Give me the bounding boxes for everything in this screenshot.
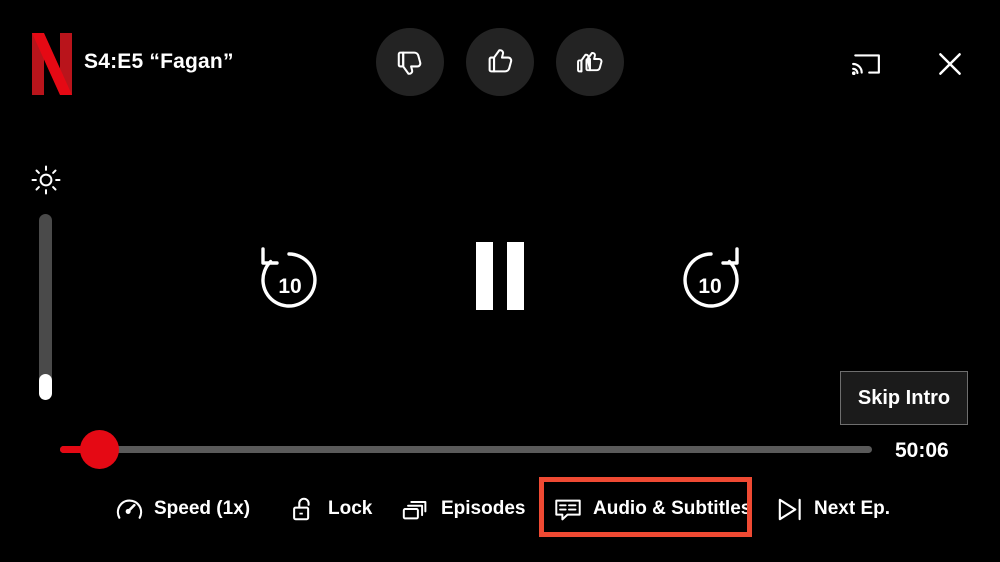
double-thumbs-up-button[interactable]: [556, 28, 624, 96]
close-button[interactable]: [932, 46, 968, 82]
audio-subtitles-label: Audio & Subtitles: [593, 498, 752, 519]
time-remaining-label: 50:06: [895, 439, 949, 462]
thumbs-up-icon: [488, 49, 513, 73]
next-episode-button[interactable]: Next Ep.: [774, 484, 890, 534]
pause-button[interactable]: [471, 242, 529, 314]
next-episode-icon: [774, 494, 804, 524]
speedometer-icon: [114, 494, 144, 524]
lock-label: Lock: [328, 498, 373, 519]
skip-intro-button[interactable]: Skip Intro: [840, 371, 968, 425]
lock-button[interactable]: Lock: [288, 484, 372, 534]
speed-label: Speed (1x): [154, 498, 251, 519]
center-playback-controls: 10 10: [0, 238, 1000, 324]
netflix-n-logo: [28, 33, 76, 95]
rewind-10-button[interactable]: 10: [253, 238, 325, 318]
player-top-bar: S4:E5 “Fagan”: [0, 0, 1000, 128]
rating-button-group: [376, 28, 624, 96]
progress-track[interactable]: [60, 446, 872, 453]
thumbs-down-icon: [397, 51, 422, 75]
rewind-seconds-label: 10: [278, 275, 301, 298]
episodes-stack-icon: [401, 494, 431, 524]
forward-10-button[interactable]: 10: [675, 238, 747, 318]
brightness-sun-icon: [28, 162, 64, 198]
thumbs-down-button[interactable]: [376, 28, 444, 96]
pause-icon-bar-right: [507, 242, 524, 310]
progress-bar-row: 50:06: [0, 430, 1000, 470]
thumbs-up-button[interactable]: [466, 28, 534, 96]
episodes-label: Episodes: [441, 498, 526, 519]
netflix-video-player: S4:E5 “Fagan” 10 10 Skip Intro 50:06 Spe…: [0, 0, 1000, 562]
double-thumbs-up-icon: [577, 52, 603, 73]
episode-title: S4:E5 “Fagan”: [84, 50, 234, 73]
unlocked-padlock-icon: [288, 494, 318, 524]
forward-10-icon: 10: [683, 247, 739, 308]
pause-icon-bar-left: [476, 242, 493, 310]
audio-subtitles-button[interactable]: Audio & Subtitles: [553, 484, 751, 534]
next-episode-label: Next Ep.: [814, 498, 891, 519]
close-icon: [939, 53, 961, 75]
progress-thumb[interactable]: [80, 430, 119, 469]
cast-icon: [851, 54, 880, 76]
cast-button[interactable]: [848, 46, 884, 82]
forward-seconds-label: 10: [698, 275, 721, 298]
subtitles-bubble-icon: [553, 494, 583, 524]
episodes-button[interactable]: Episodes: [401, 484, 525, 534]
rewind-10-icon: 10: [261, 247, 317, 308]
brightness-fill: [39, 374, 52, 400]
player-bottom-bar: Speed (1x) Lock Episodes Audio & Subtitl…: [0, 484, 1000, 540]
speed-button[interactable]: Speed (1x): [114, 484, 250, 534]
